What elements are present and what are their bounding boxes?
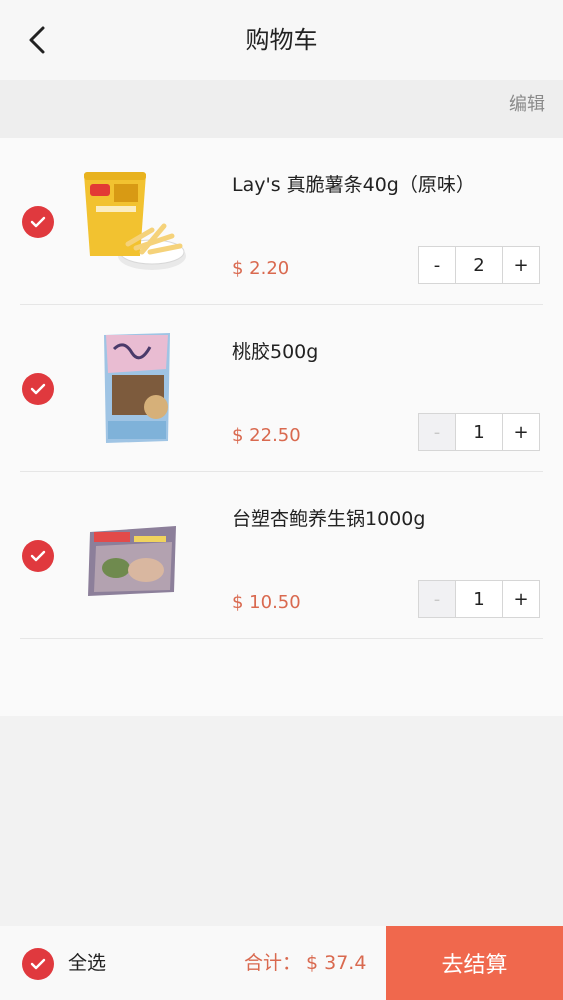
quantity-stepper: - 1 + (418, 580, 540, 618)
item-price: $ 22.50 (232, 425, 301, 446)
check-icon (30, 958, 46, 970)
product-image (104, 333, 170, 443)
check-icon (30, 216, 46, 228)
total-label: 合计： (244, 952, 302, 974)
increase-button[interactable]: + (503, 247, 539, 283)
cart-list: Lay's 真脆薯条40g（原味） $ 2.20 - 2 + 桃胶500g $ … (0, 138, 563, 716)
quantity-stepper: - 1 + (418, 413, 540, 451)
select-all-label[interactable]: 全选 (68, 926, 106, 1000)
decrease-button[interactable]: - (419, 581, 455, 617)
checkout-bar: 全选 合计： $ 37.4 去结算 (0, 926, 563, 1000)
quantity-stepper: - 2 + (418, 246, 540, 284)
cart-item: 台塑杏鲍养生锅1000g $ 10.50 - 1 + (0, 472, 563, 639)
item-price: $ 10.50 (232, 592, 301, 613)
divider (20, 638, 543, 639)
decrease-button[interactable]: - (419, 247, 455, 283)
quantity-value[interactable]: 1 (455, 581, 503, 617)
item-checkbox[interactable] (22, 540, 54, 572)
increase-button[interactable]: + (503, 581, 539, 617)
item-name: 台塑杏鲍养生锅1000g (232, 508, 426, 530)
item-checkbox[interactable] (22, 206, 54, 238)
increase-button[interactable]: + (503, 414, 539, 450)
item-name: 桃胶500g (232, 341, 319, 363)
cart-item: 桃胶500g $ 22.50 - 1 + (0, 305, 563, 472)
check-icon (30, 383, 46, 395)
edit-button[interactable]: 编辑 (509, 80, 545, 138)
decrease-button[interactable]: - (419, 414, 455, 450)
product-image (88, 526, 176, 596)
checkout-button[interactable]: 去结算 (386, 926, 563, 1000)
product-image (84, 172, 186, 270)
total-value: $ 37.4 (306, 952, 367, 974)
quantity-value[interactable]: 2 (455, 247, 503, 283)
edit-bar: 编辑 (0, 80, 563, 138)
page-title: 购物车 (245, 26, 318, 54)
nav-bar: 购物车 (0, 0, 563, 80)
item-checkbox[interactable] (22, 373, 54, 405)
cart-item: Lay's 真脆薯条40g（原味） $ 2.20 - 2 + (0, 138, 563, 305)
check-icon (30, 550, 46, 562)
quantity-value[interactable]: 1 (455, 414, 503, 450)
item-name: Lay's 真脆薯条40g（原味） (232, 174, 475, 196)
select-all-checkbox[interactable] (22, 948, 54, 980)
item-price: $ 2.20 (232, 258, 290, 279)
